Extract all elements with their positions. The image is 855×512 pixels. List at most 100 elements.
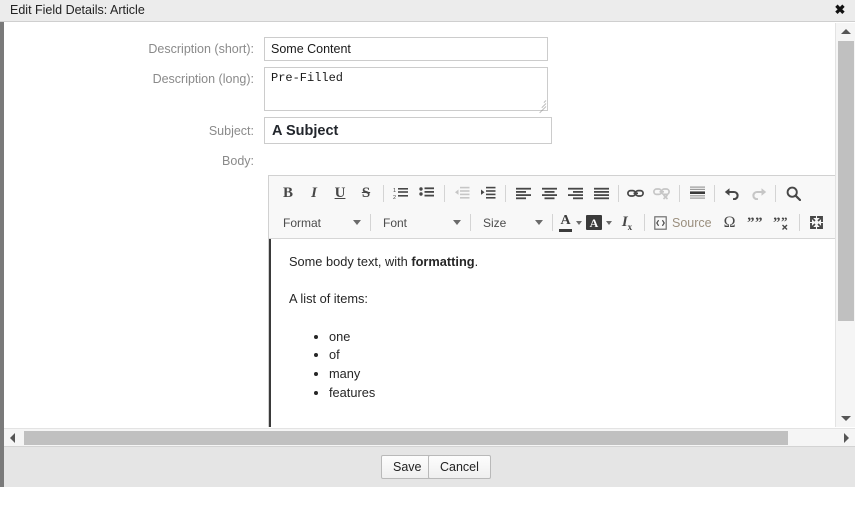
strikethrough-icon[interactable]: S [353,181,379,205]
toolbar-separator [470,214,471,231]
list-item: of [329,346,829,365]
toolbar-separator [714,184,715,202]
font-dropdown[interactable]: Font [375,211,466,234]
align-justify-icon[interactable] [588,181,614,205]
body-text-bold: formatting [411,254,475,269]
close-icon[interactable]: ✖ [831,1,849,19]
list-item: one [329,328,829,347]
dialog-window: Edit Field Details: Article ✖ Descriptio… [0,0,855,512]
decrease-indent-icon[interactable] [449,181,475,205]
svg-text:1: 1 [393,188,396,194]
background-color-swatch: A [586,215,602,230]
toolbar-separator [505,184,506,202]
toolbar-separator [370,214,371,231]
list-item: many [329,365,829,384]
underline-icon[interactable]: U [327,181,353,205]
form-viewport: Description (short): Description (long):… [4,23,835,427]
remove-quote-icon[interactable]: ” ” [769,211,795,235]
scroll-right-arrow-icon[interactable] [838,429,855,447]
source-button-label: Source [672,215,712,230]
chevron-down-icon [535,220,543,225]
toolbar-separator [644,214,645,231]
dialog-footer: Save Cancel [4,446,855,487]
svg-text:2: 2 [393,195,396,200]
scroll-down-arrow-icon[interactable] [836,410,855,427]
save-button[interactable]: Save [381,455,434,479]
numbered-list-icon[interactable]: 1 2 [388,181,414,205]
svg-text:”: ” [773,216,781,230]
text-color-bar [559,229,572,232]
background-color-letter: A [589,215,599,230]
special-character-icon[interactable]: Ω [717,211,743,235]
source-button[interactable]: Source [649,211,717,235]
bulleted-list-icon[interactable] [414,181,440,205]
description-short-input[interactable] [264,37,548,61]
format-dropdown-label: Format [283,215,322,230]
unlink-icon[interactable] [649,181,675,205]
cancel-button[interactable]: Cancel [428,455,491,479]
background-color-icon[interactable]: A [584,211,614,235]
align-left-icon[interactable] [510,181,536,205]
horizontal-scrollbar-thumb[interactable] [24,431,788,445]
rich-text-editor: B I U S 1 2 Format Font Size A A Ix Sour… [268,175,835,427]
toolbar-separator [552,214,553,231]
remove-format-glyph: Ix [621,213,633,232]
chevron-down-icon [353,220,361,225]
text-color-swatch: A [559,212,572,232]
body-paragraph-1: Some body text, with formatting. [289,253,829,270]
body-text-pre: Some body text, with [289,254,412,269]
label-body: Body: [222,154,254,168]
toolbar-separator [679,184,680,202]
toolbar-separator [798,214,800,231]
subject-input[interactable] [264,117,552,144]
label-description-short: Description (short): [148,42,254,56]
toolbar-separator [383,184,384,202]
source-code-icon [654,215,667,230]
body-text-post: . [474,254,479,269]
description-long-wrap [264,67,548,114]
maximize-icon[interactable] [804,211,830,235]
label-subject: Subject: [208,124,254,138]
format-dropdown[interactable]: Format [275,211,366,234]
toolbar-row-2: Format Font Size A A Ix Source Ω ” ” ” ” [271,208,835,237]
toolbar-separator [618,184,619,202]
scroll-up-arrow-icon[interactable] [836,23,855,40]
editor-toolbar: B I U S 1 2 Format Font Size A A Ix Sour… [269,176,835,239]
insert-quote-icon[interactable]: ” ” [743,211,769,235]
horizontal-rule-icon[interactable] [684,181,710,205]
remove-format-icon[interactable]: Ix [614,211,640,235]
text-color-letter: A [560,212,571,228]
increase-indent-icon[interactable] [475,181,501,205]
bold-icon[interactable]: B [275,181,301,205]
find-icon[interactable] [780,181,806,205]
redo-icon[interactable] [745,181,771,205]
italic-icon[interactable]: I [301,181,327,205]
font-dropdown-label: Font [383,215,408,230]
size-dropdown-label: Size [483,215,507,230]
list-item: features [329,384,829,403]
vertical-scrollbar-thumb[interactable] [838,41,854,321]
size-dropdown[interactable]: Size [475,211,548,234]
toolbar-row-1: B I U S 1 2 [271,178,835,208]
label-description-long: Description (long): [152,72,254,86]
svg-text:”: ” [755,216,763,230]
dialog-title: Edit Field Details: Article [10,3,145,17]
chevron-down-icon [606,220,612,225]
chevron-down-icon [453,220,461,225]
toolbar-separator [444,184,445,202]
body-list: one of many features [289,328,829,404]
description-long-textarea[interactable] [264,67,548,111]
vertical-scrollbar[interactable] [835,23,855,427]
text-color-icon[interactable]: A [557,211,584,235]
toolbar-separator [775,184,776,202]
horizontal-scrollbar[interactable] [4,428,855,446]
scroll-left-arrow-icon[interactable] [4,429,21,447]
align-center-icon[interactable] [536,181,562,205]
body-paragraph-2: A list of items: [289,291,368,307]
svg-text:”: ” [747,216,755,230]
editor-content-area[interactable]: Some body text, with formatting. A list … [269,239,835,427]
link-icon[interactable] [623,181,649,205]
align-right-icon[interactable] [562,181,588,205]
undo-icon[interactable] [719,181,745,205]
dialog-titlebar: Edit Field Details: Article ✖ [0,0,855,22]
